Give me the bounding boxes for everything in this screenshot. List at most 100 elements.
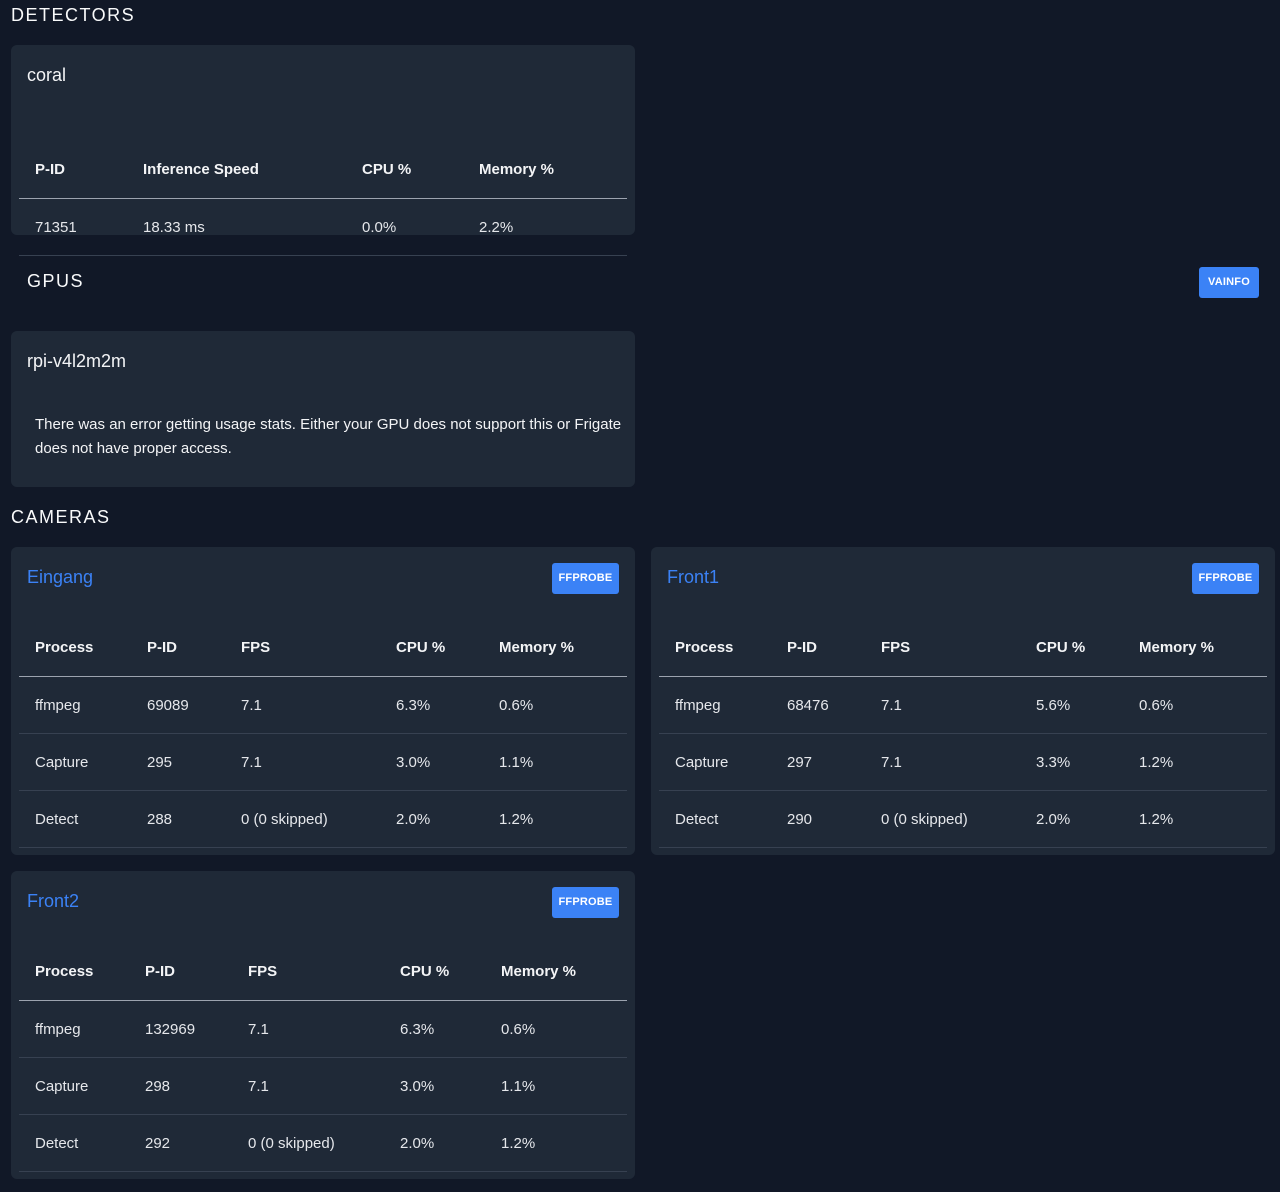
camera-card-front1: Front1 FFPROBE Process P-ID FPS CPU % Me… [651,547,1275,855]
column-header: Process [659,619,771,677]
table-cell: 7.1 [865,676,1020,734]
detector-table: P-ID Inference Speed CPU % Memory % 7135… [19,141,627,256]
table-cell: 0.6% [1123,676,1267,734]
camera-card-eingang: Eingang FFPROBE Process P-ID FPS CPU % M… [11,547,635,855]
table-header-row: Process P-ID FPS CPU % Memory % [19,619,627,677]
table-cell: ffmpeg [19,1000,129,1058]
cameras-heading: CAMERAS [11,507,111,527]
ffprobe-button[interactable]: FFPROBE [552,887,619,918]
table-cell: ffmpeg [659,676,771,734]
table-row: Capture 298 7.1 3.0% 1.1% [19,1057,627,1115]
table-cell: 6.3% [380,676,483,734]
column-header: CPU % [346,141,463,199]
table-cell: 1.2% [1123,733,1267,791]
column-header: P-ID [129,943,232,1001]
camera-table: Process P-ID FPS CPU % Memory % ffmpeg 1… [19,943,627,1172]
column-header: Memory % [463,141,627,199]
table-cell: Detect [19,790,131,848]
table-cell: 1.2% [485,1114,627,1172]
table-row: Detect 292 0 (0 skipped) 2.0% 1.2% [19,1114,627,1172]
column-header: CPU % [384,943,485,1001]
detector-card: coral P-ID Inference Speed CPU % Memory … [11,45,635,256]
table-cell: Detect [19,1114,129,1172]
column-header: Process [19,943,129,1001]
table-cell: 0 (0 skipped) [232,1114,384,1172]
camera-name-link[interactable]: Eingang [27,567,93,588]
table-cell: 1.1% [485,1057,627,1115]
ffprobe-button[interactable]: FFPROBE [1192,563,1259,594]
table-cell: 6.3% [384,1000,485,1058]
table-cell: ffmpeg [19,676,131,734]
gpu-card: rpi-v4l2m2m There was an error getting u… [11,331,635,487]
table-cell: 288 [131,790,225,848]
column-header: CPU % [1020,619,1123,677]
table-cell: 2.0% [380,790,483,848]
column-header: Memory % [483,619,627,677]
table-cell: 0 (0 skipped) [225,790,380,848]
column-header: FPS [232,943,384,1001]
gpu-error-message: There was an error getting usage stats. … [35,416,622,457]
table-cell: 0.6% [483,676,627,734]
table-row: Capture 295 7.1 3.0% 1.1% [19,733,627,791]
column-header: Memory % [1123,619,1267,677]
table-cell: 5.6% [1020,676,1123,734]
column-header: Process [19,619,131,677]
table-row: ffmpeg 132969 7.1 6.3% 0.6% [19,1000,627,1058]
ffprobe-button[interactable]: FFPROBE [552,563,619,594]
table-row: 71351 18.33 ms 0.0% 2.2% [19,198,627,256]
table-cell: 0 (0 skipped) [865,790,1020,848]
gpu-name: rpi-v4l2m2m [27,351,127,371]
table-cell: 297 [771,733,865,791]
table-header-row: Process P-ID FPS CPU % Memory % [19,943,627,1001]
table-cell: Capture [659,733,771,791]
table-cell: 1.2% [483,790,627,848]
table-cell: 1.1% [483,733,627,791]
table-cell: 2.0% [384,1114,485,1172]
table-cell: 298 [129,1057,232,1115]
column-header: FPS [225,619,380,677]
table-cell: Detect [659,790,771,848]
table-cell: 7.1 [225,733,380,791]
table-cell: 69089 [131,676,225,734]
camera-table: Process P-ID FPS CPU % Memory % ffmpeg 6… [659,619,1267,848]
camera-card-front2: Front2 FFPROBE Process P-ID FPS CPU % Me… [11,871,635,1179]
table-cell: 71351 [19,198,127,256]
table-cell: 18.33 ms [127,198,346,256]
table-cell: 132969 [129,1000,232,1058]
table-cell: Capture [19,733,131,791]
table-cell: 290 [771,790,865,848]
table-cell: 0.0% [346,198,463,256]
table-cell: 295 [131,733,225,791]
column-header: CPU % [380,619,483,677]
vainfo-button[interactable]: VAINFO [1199,267,1259,298]
table-cell: 68476 [771,676,865,734]
column-header: P-ID [19,141,127,199]
table-cell: 0.6% [485,1000,627,1058]
detector-name: coral [27,65,67,85]
table-cell: Capture [19,1057,129,1115]
table-cell: 3.0% [380,733,483,791]
table-cell: 7.1 [865,733,1020,791]
table-cell: 7.1 [232,1057,384,1115]
column-header: Memory % [485,943,627,1001]
detectors-heading: DETECTORS [11,5,136,25]
table-header-row: Process P-ID FPS CPU % Memory % [659,619,1267,677]
camera-name-link[interactable]: Front2 [27,891,79,912]
table-row: Detect 288 0 (0 skipped) 2.0% 1.2% [19,790,627,848]
column-header: P-ID [131,619,225,677]
camera-table: Process P-ID FPS CPU % Memory % ffmpeg 6… [19,619,627,848]
column-header: FPS [865,619,1020,677]
column-header: Inference Speed [127,141,346,199]
table-cell: 1.2% [1123,790,1267,848]
camera-name-link[interactable]: Front1 [667,567,719,588]
table-cell: 2.0% [1020,790,1123,848]
table-cell: 2.2% [463,198,627,256]
table-cell: 3.0% [384,1057,485,1115]
table-cell: 292 [129,1114,232,1172]
table-row: Detect 290 0 (0 skipped) 2.0% 1.2% [659,790,1267,848]
table-cell: 3.3% [1020,733,1123,791]
gpus-heading: GPUS [27,271,85,291]
table-cell: 7.1 [232,1000,384,1058]
table-row: Capture 297 7.1 3.3% 1.2% [659,733,1267,791]
column-header: P-ID [771,619,865,677]
